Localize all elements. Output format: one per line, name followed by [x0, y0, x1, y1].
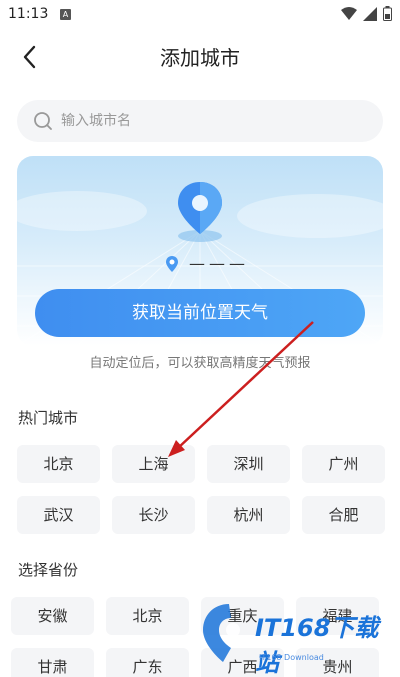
status-icons: [341, 6, 392, 21]
current-location-row: ———: [165, 254, 249, 273]
wifi-icon: [341, 6, 357, 20]
notification-icon: A: [60, 9, 71, 20]
page-title: 添加城市: [160, 46, 240, 70]
location-pin-icon: [178, 182, 222, 242]
small-pin-icon: [166, 255, 178, 272]
search-icon: [34, 112, 52, 130]
battery-icon: [383, 6, 392, 21]
city-chip-wuhan[interactable]: 武汉: [17, 496, 100, 534]
city-chip-changsha[interactable]: 长沙: [112, 496, 195, 534]
search-box[interactable]: [17, 100, 383, 142]
header: 添加城市: [0, 30, 400, 82]
location-placeholder: ———: [189, 254, 249, 273]
signal-icon: [363, 6, 377, 21]
status-time: 11:13: [8, 6, 49, 22]
city-chip-shanghai[interactable]: 上海: [112, 445, 195, 483]
city-chip-beijing[interactable]: 北京: [17, 445, 100, 483]
location-hint: 自动定位后，可以获取高精度天气预报: [89, 356, 311, 371]
provinces-title: 选择省份: [18, 561, 79, 579]
province-chip-gansu[interactable]: 甘肃: [11, 648, 94, 677]
hot-cities-grid: 北京 上海 深圳 广州 武汉 长沙 杭州 合肥: [17, 445, 385, 534]
status-bar: 11:13 A: [0, 0, 400, 30]
province-chip-anhui[interactable]: 安徽: [11, 597, 94, 635]
watermark-logo: [203, 604, 240, 662]
city-chip-hangzhou[interactable]: 杭州: [207, 496, 290, 534]
province-chip-beijing[interactable]: 北京: [106, 597, 189, 635]
watermark-brand: IT168下载站: [255, 614, 379, 677]
province-chip-guangdong[interactable]: 广东: [106, 648, 189, 677]
search-input[interactable]: [61, 100, 361, 142]
city-chip-guangzhou[interactable]: 广州: [302, 445, 385, 483]
city-chip-hefei[interactable]: 合肥: [302, 496, 385, 534]
watermark-sub: IT168 Download: [259, 653, 324, 662]
hot-cities-title: 热门城市: [18, 409, 79, 427]
get-location-weather-button[interactable]: 获取当前位置天气: [35, 289, 365, 337]
city-chip-shenzhen[interactable]: 深圳: [207, 445, 290, 483]
watermark: IT168下载站 IT168 Download: [197, 596, 397, 677]
